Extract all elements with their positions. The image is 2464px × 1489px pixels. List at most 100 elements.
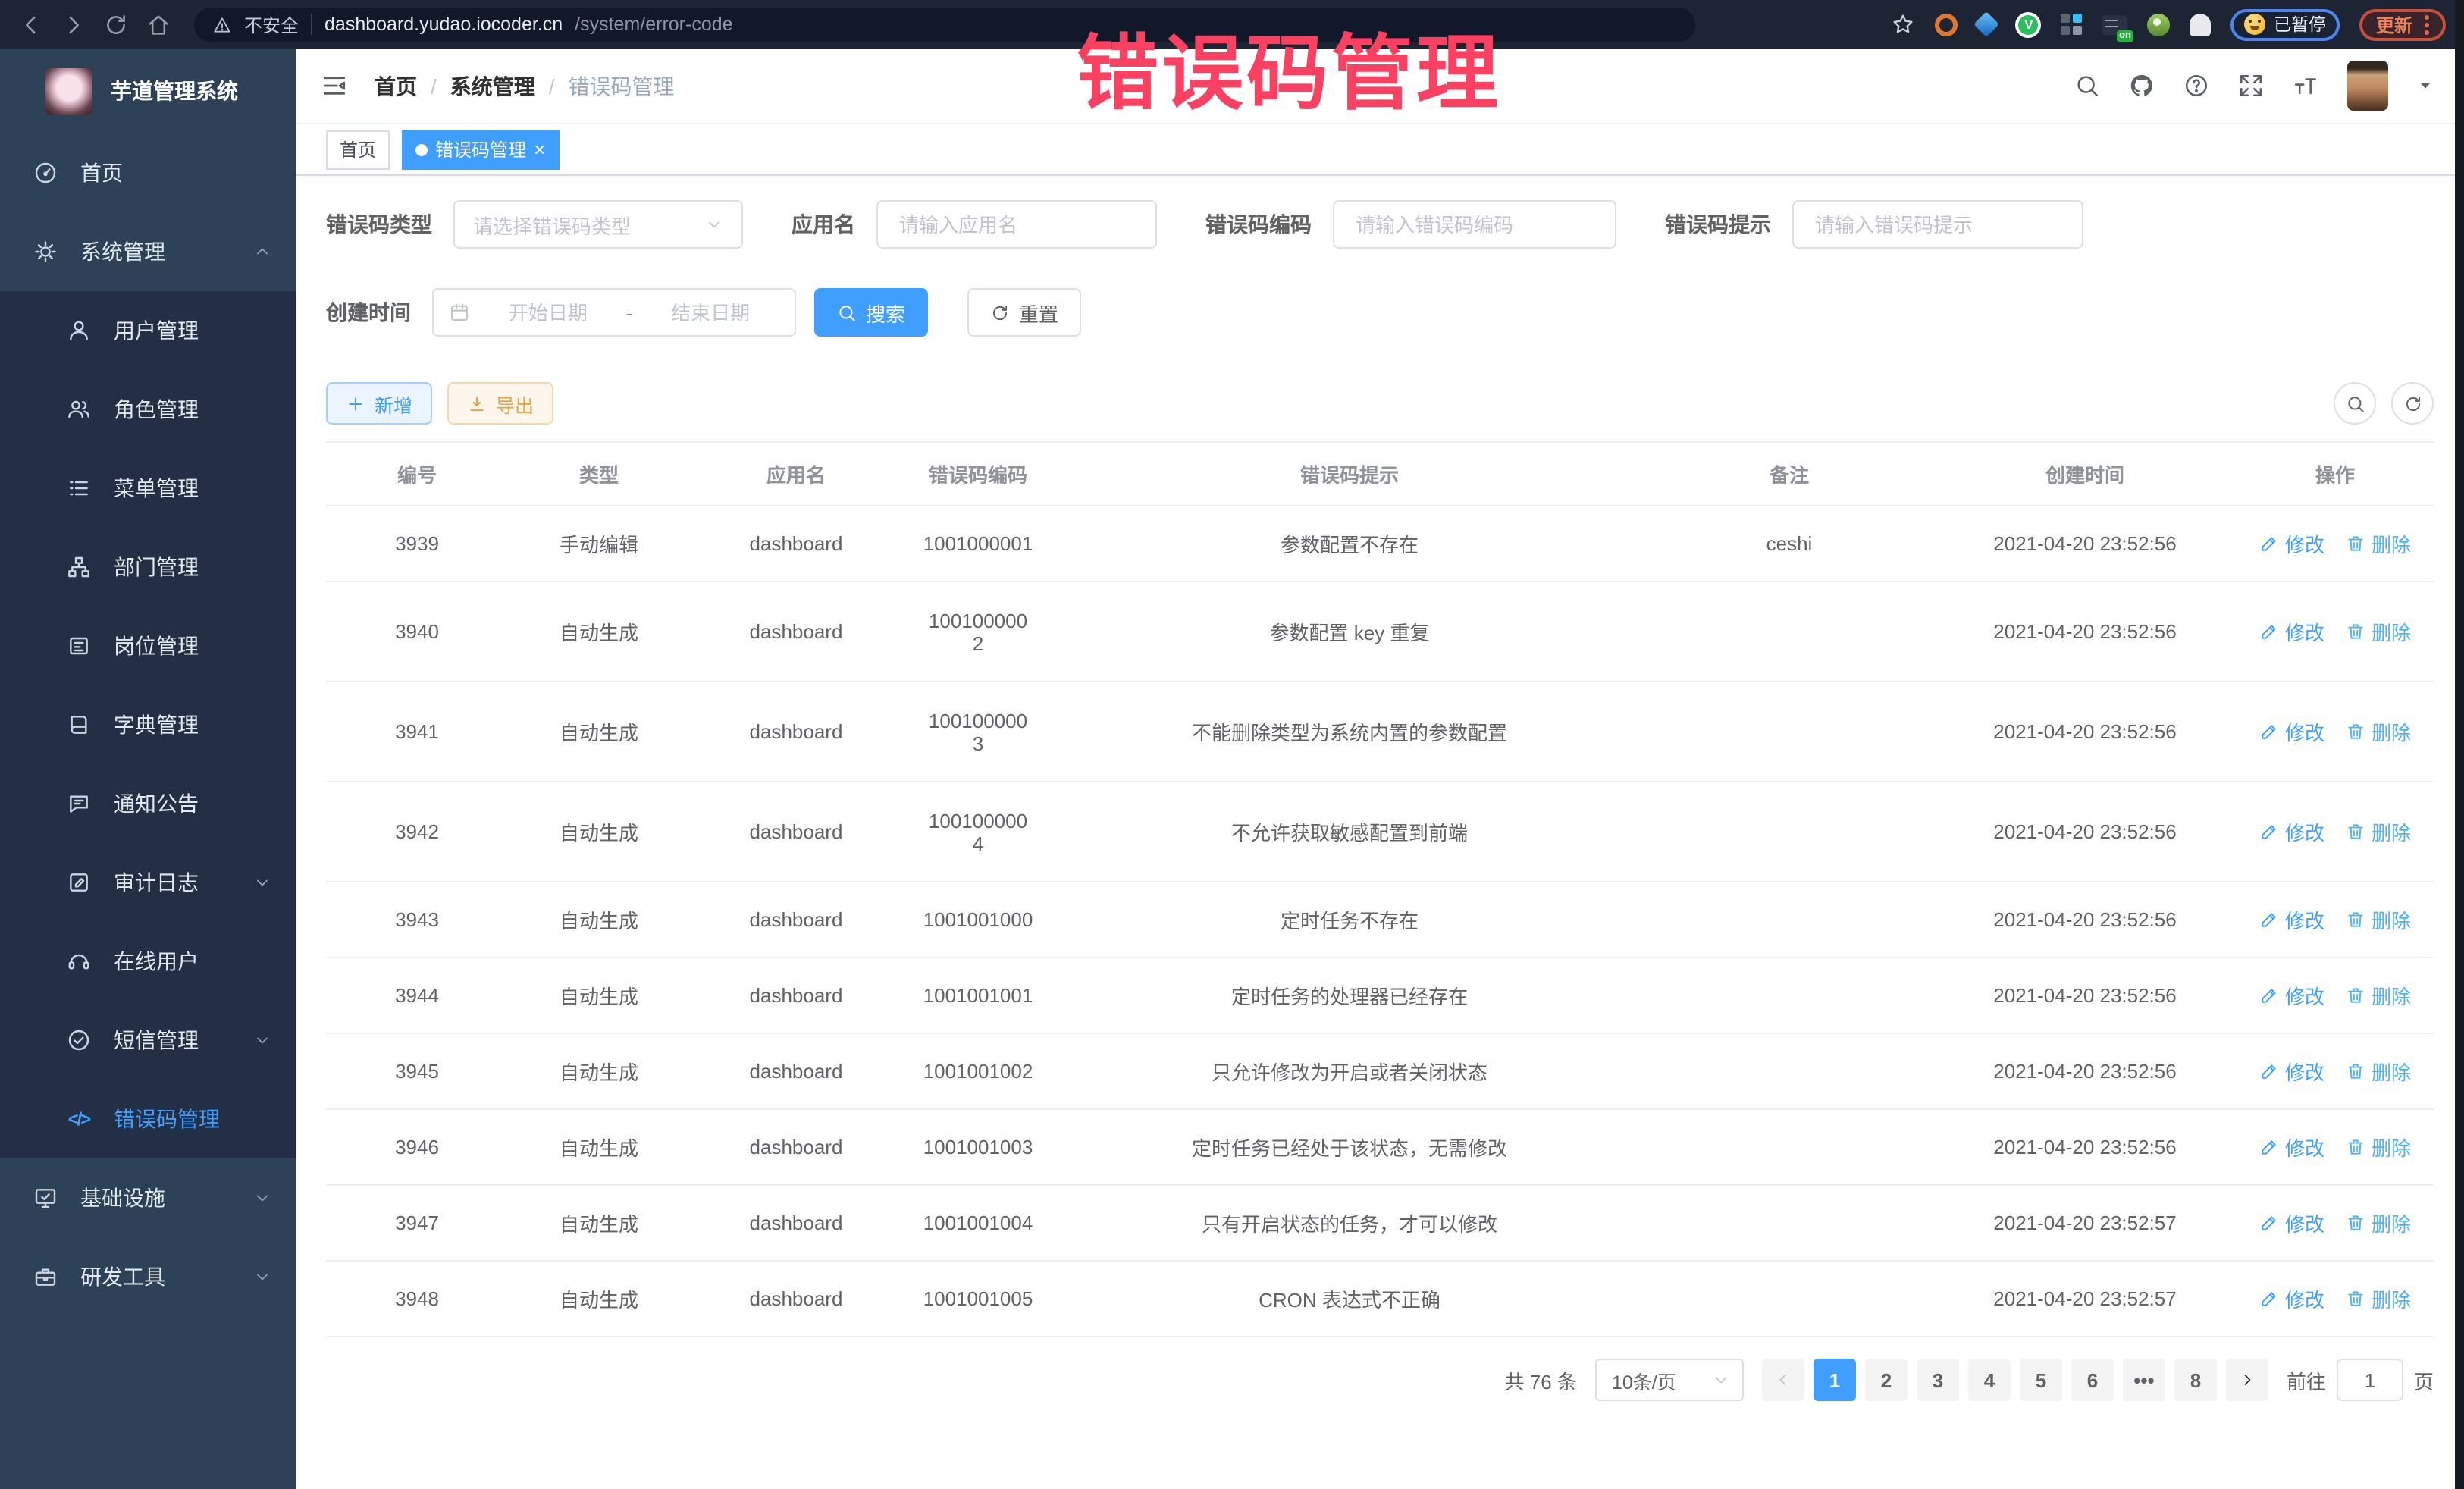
- sidebar-item-基础设施[interactable]: 基础设施: [0, 1158, 296, 1237]
- edit-link[interactable]: 修改: [2259, 905, 2324, 934]
- browser-update-button[interactable]: 更新: [2359, 8, 2446, 40]
- page-button-2[interactable]: 2: [1865, 1359, 1908, 1401]
- sidebar-item-首页[interactable]: 首页: [0, 133, 296, 212]
- sidebar-item-短信管理[interactable]: 短信管理: [0, 1001, 296, 1080]
- forward-icon[interactable]: [61, 11, 86, 37]
- extension-orange-icon[interactable]: [1936, 13, 1958, 36]
- extension-ghost-icon[interactable]: [2190, 13, 2212, 36]
- toggle-search-button[interactable]: [2334, 382, 2376, 425]
- end-date-input[interactable]: [641, 299, 779, 325]
- github-icon[interactable]: [2129, 73, 2155, 99]
- hamburger-icon[interactable]: [320, 71, 349, 100]
- avatar-caret-icon[interactable]: [2417, 77, 2434, 94]
- delete-link[interactable]: 删除: [2346, 1133, 2411, 1161]
- add-button[interactable]: 新增: [326, 382, 432, 425]
- edit-link[interactable]: 修改: [2259, 817, 2324, 846]
- sidebar-item-研发工具[interactable]: 研发工具: [0, 1237, 296, 1316]
- delete-link[interactable]: 删除: [2346, 1208, 2411, 1237]
- vue-devtools-icon[interactable]: V: [2016, 11, 2042, 37]
- page-button-4[interactable]: 4: [1968, 1359, 2011, 1401]
- sidebar-item-通知公告[interactable]: 通知公告: [0, 764, 296, 843]
- error-code-input[interactable]: [1353, 212, 1597, 237]
- sidebar-item-字典管理[interactable]: 字典管理: [0, 685, 296, 764]
- delete-link[interactable]: 删除: [2346, 905, 2411, 934]
- extension-gem-icon[interactable]: [1974, 11, 2000, 37]
- next-page-button[interactable]: [2226, 1359, 2268, 1401]
- delete-link[interactable]: 删除: [2346, 981, 2411, 1010]
- tab-error-code[interactable]: 错误码管理 ×: [402, 130, 559, 169]
- cell-hint: 不能删除类型为系统内置的参数配置: [1054, 682, 1645, 782]
- extension-grid-icon[interactable]: [2061, 14, 2083, 35]
- export-button[interactable]: 导出: [447, 382, 553, 425]
- start-date-input[interactable]: [479, 299, 617, 325]
- font-size-icon[interactable]: [2293, 73, 2318, 99]
- bookmark-star-icon[interactable]: [1892, 12, 1916, 36]
- refresh-table-button[interactable]: [2391, 382, 2434, 425]
- page-button-8[interactable]: 8: [2174, 1359, 2217, 1401]
- sidebar-item-用户管理[interactable]: 用户管理: [0, 291, 296, 370]
- edit-link[interactable]: 修改: [2259, 617, 2324, 646]
- page-scrollbar[interactable]: [2455, 0, 2464, 1489]
- cell-type: 自动生成: [508, 1185, 690, 1261]
- edit-link[interactable]: 修改: [2259, 717, 2324, 746]
- extension-switch-icon[interactable]: on: [2102, 14, 2128, 34]
- search-icon[interactable]: [2074, 73, 2100, 99]
- tab-close-icon[interactable]: ×: [534, 139, 545, 159]
- url-path: /system/error-code: [575, 14, 732, 35]
- breadcrumb-home[interactable]: 首页: [375, 71, 417, 101]
- date-range-picker[interactable]: -: [432, 288, 796, 337]
- sidebar-item-系统管理[interactable]: 系统管理: [0, 212, 296, 291]
- sidebar-item-审计日志[interactable]: 审计日志: [0, 843, 296, 922]
- page-button-6[interactable]: 6: [2071, 1359, 2114, 1401]
- edit-label: 修改: [2285, 981, 2324, 1010]
- page-size-select[interactable]: 10条/页: [1595, 1359, 1744, 1401]
- app-frame: 芋道管理系统 首页系统管理用户管理角色管理菜单管理部门管理岗位管理字典管理通知公…: [0, 49, 2464, 1489]
- user-avatar[interactable]: [2347, 61, 2388, 111]
- cell-hint: CRON 表达式不正确: [1054, 1261, 1645, 1337]
- back-icon[interactable]: [18, 11, 44, 37]
- error-hint-input[interactable]: [1812, 212, 2064, 237]
- reset-button[interactable]: 重置: [967, 288, 1081, 337]
- goto-page-input[interactable]: [2347, 1367, 2393, 1393]
- add-label: 新增: [375, 389, 412, 418]
- sidebar-item-菜单管理[interactable]: 菜单管理: [0, 449, 296, 528]
- fullscreen-icon[interactable]: [2238, 73, 2264, 99]
- error-type-select[interactable]: 请选择错误码类型: [453, 200, 743, 249]
- sidebar-item-错误码管理[interactable]: </>错误码管理: [0, 1080, 296, 1158]
- extension-key-icon[interactable]: [2148, 13, 2171, 36]
- edit-link[interactable]: 修改: [2259, 1133, 2324, 1161]
- delete-link[interactable]: 删除: [2346, 617, 2411, 646]
- sidebar-item-部门管理[interactable]: 部门管理: [0, 528, 296, 607]
- app-name-input[interactable]: [896, 212, 1137, 237]
- page-button-1[interactable]: 1: [1814, 1359, 1856, 1401]
- active-dot-icon: [415, 143, 428, 155]
- delete-link[interactable]: 删除: [2346, 1284, 2411, 1313]
- filter-app-name: 应用名: [792, 200, 1157, 249]
- edit-link[interactable]: 修改: [2259, 1208, 2324, 1237]
- help-icon[interactable]: [2183, 73, 2209, 99]
- table-row: 3945自动生成dashboard1001001002只允许修改为开启或者关闭状…: [326, 1033, 2434, 1109]
- delete-link[interactable]: 删除: [2346, 1057, 2411, 1086]
- reload-icon[interactable]: [103, 11, 129, 37]
- tab-home[interactable]: 首页: [326, 130, 390, 169]
- paused-extension-chip[interactable]: 已暂停: [2231, 8, 2340, 40]
- address-bar[interactable]: 不安全 dashboard.yudao.iocoder.cn/system/er…: [194, 7, 1695, 42]
- search-button[interactable]: 搜索: [814, 288, 928, 337]
- sidebar-item-在线用户[interactable]: 在线用户: [0, 922, 296, 1001]
- edit-link[interactable]: 修改: [2259, 981, 2324, 1010]
- edit-link[interactable]: 修改: [2259, 1057, 2324, 1086]
- more-pages-button[interactable]: •••: [2123, 1359, 2165, 1401]
- delete-link[interactable]: 删除: [2346, 817, 2411, 846]
- sidebar-item-角色管理[interactable]: 角色管理: [0, 370, 296, 449]
- home-icon[interactable]: [146, 11, 171, 37]
- prev-page-button[interactable]: [1762, 1359, 1804, 1401]
- edit-link[interactable]: 修改: [2259, 529, 2324, 558]
- app-logo[interactable]: 芋道管理系统: [0, 49, 296, 133]
- breadcrumb-system[interactable]: 系统管理: [450, 71, 535, 101]
- page-button-3[interactable]: 3: [1917, 1359, 1959, 1401]
- delete-link[interactable]: 删除: [2346, 529, 2411, 558]
- edit-link[interactable]: 修改: [2259, 1284, 2324, 1313]
- page-button-5[interactable]: 5: [2020, 1359, 2062, 1401]
- delete-link[interactable]: 删除: [2346, 717, 2411, 746]
- sidebar-item-岗位管理[interactable]: 岗位管理: [0, 607, 296, 685]
